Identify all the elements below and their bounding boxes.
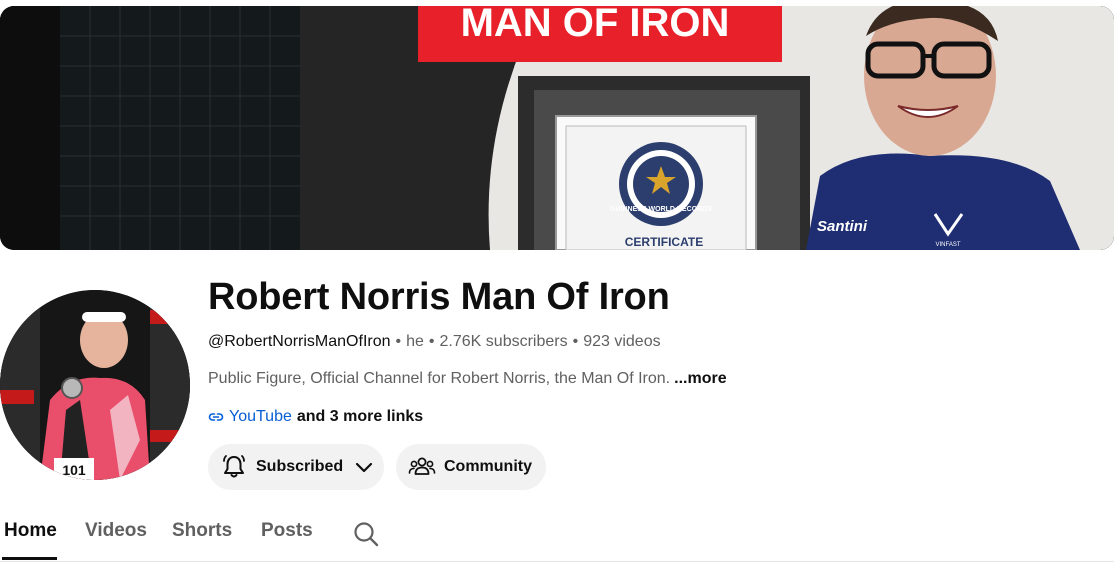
- channel-tabs: Home Videos Shorts Posts: [0, 510, 1114, 562]
- svg-text:101: 101: [62, 462, 86, 478]
- subscribed-button[interactable]: Subscribed: [208, 444, 384, 490]
- avatar-image: 101: [0, 290, 190, 480]
- svg-text:VINFAST: VINFAST: [935, 242, 960, 248]
- community-button[interactable]: Community: [396, 444, 546, 490]
- svg-text:CERTIFICATE: CERTIFICATE: [625, 235, 703, 249]
- search-icon[interactable]: [352, 520, 380, 548]
- people-icon: [408, 453, 436, 481]
- chevron-down-icon: [353, 456, 375, 478]
- separator-dot: •: [395, 333, 402, 350]
- youtube-link[interactable]: YouTube: [229, 408, 292, 426]
- channel-meta: @RobertNorrisManOfIron • he • 2.76K subscrib…: [208, 333, 661, 351]
- tab-posts[interactable]: Posts: [261, 520, 313, 542]
- svg-text:GUINNESS WORLD RECORDS: GUINNESS WORLD RECORDS: [610, 206, 712, 213]
- description-more-button[interactable]: ...more: [674, 370, 726, 387]
- tab-videos[interactable]: Videos: [85, 520, 147, 542]
- svg-text:Santini: Santini: [817, 218, 868, 235]
- subscriber-count: 2.76K subscribers: [439, 333, 568, 350]
- channel-pronouns: he: [406, 333, 424, 350]
- subscribed-label: Subscribed: [256, 458, 344, 475]
- description-text: Public Figure, Official Channel for Robe…: [208, 370, 671, 387]
- separator-dot: •: [572, 333, 579, 350]
- svg-text:MAN OF IRON: MAN OF IRON: [461, 6, 730, 45]
- channel-name: Robert Norris Man Of Iron: [208, 276, 670, 318]
- channel-links: YouTube and 3 more links: [208, 408, 423, 426]
- tab-home[interactable]: Home: [4, 520, 57, 542]
- video-count: 923 videos: [583, 333, 661, 350]
- active-tab-indicator: [2, 557, 57, 560]
- separator-dot: •: [428, 333, 435, 350]
- channel-description[interactable]: Public Figure, Official Channel for Robe…: [208, 370, 727, 388]
- more-links-button[interactable]: and 3 more links: [297, 408, 423, 426]
- channel-banner: MAN OF IRON GUINNESS WORLD RECORDS CERTI…: [0, 6, 1114, 250]
- bell-icon: [220, 453, 248, 481]
- link-icon: [208, 409, 224, 425]
- banner-image: MAN OF IRON GUINNESS WORLD RECORDS CERTI…: [0, 6, 1114, 250]
- channel-handle: @RobertNorrisManOfIron: [208, 333, 391, 350]
- community-label: Community: [444, 458, 532, 475]
- tab-shorts[interactable]: Shorts: [172, 520, 232, 542]
- channel-avatar[interactable]: 101: [0, 290, 190, 480]
